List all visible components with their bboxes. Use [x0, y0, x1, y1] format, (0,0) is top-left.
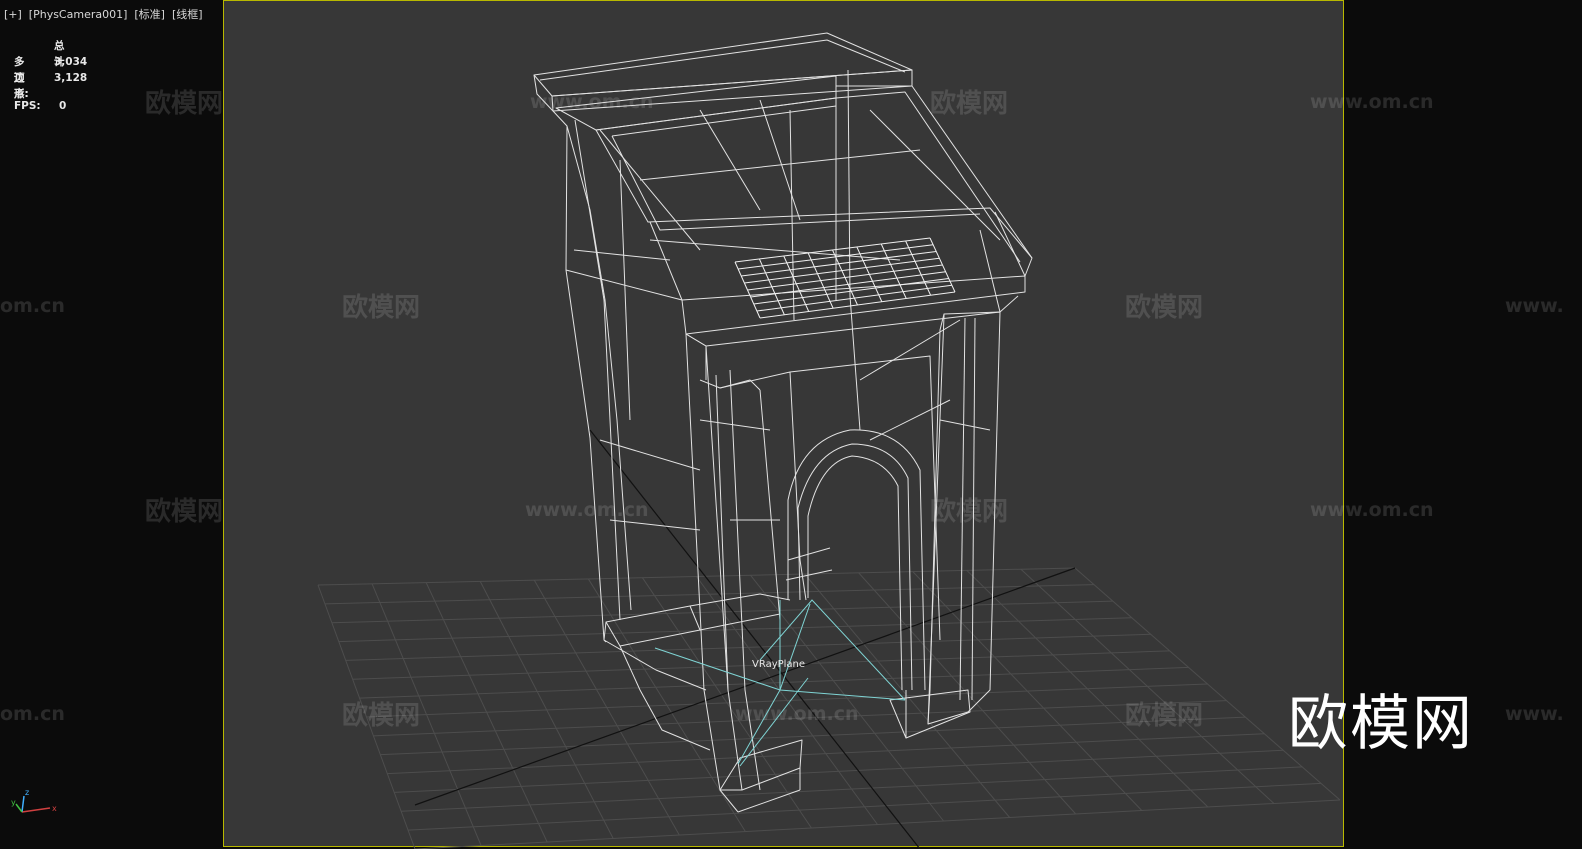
- grille-bar: [759, 291, 956, 319]
- grille-bar: [750, 271, 946, 298]
- watermark-url: www.om.cn: [735, 703, 859, 725]
- grille-bar: [753, 278, 949, 305]
- viewport[interactable]: 欧模网 欧模网 www.om.cn www.om.cn om.cn 欧模网 欧模…: [0, 0, 1582, 849]
- fps-label: FPS:: [14, 100, 41, 112]
- watermark-brand: 欧模网: [145, 496, 223, 527]
- grid-line: [401, 766, 1303, 812]
- grid-line: [858, 572, 1077, 815]
- watermark-url: www.om.cn: [525, 499, 649, 521]
- axis-x-label: x: [52, 804, 57, 813]
- watermark-url: om.cn: [0, 295, 65, 317]
- fps-value: 0: [59, 100, 67, 112]
- grille-bar: [756, 284, 952, 312]
- grid-line: [804, 573, 1011, 818]
- grid-axis-y: [589, 429, 921, 849]
- vertices-label: 顶点:: [14, 72, 29, 100]
- watermark-brand: 欧模网: [1125, 292, 1203, 323]
- watermark-url: www.om.cn: [530, 91, 654, 113]
- grille-bar: [929, 237, 956, 293]
- watermark-brand: 欧模网: [342, 700, 420, 731]
- desk-grille: [734, 237, 956, 319]
- watermark-url: www.: [1505, 703, 1564, 725]
- watermark-brand: 欧模网: [930, 496, 1008, 527]
- watermark-brand: 欧模网: [1125, 700, 1203, 731]
- watermark-url: www.: [1505, 295, 1564, 317]
- grid-line: [408, 782, 1322, 831]
- axis-gizmo-icon: x z y: [11, 788, 57, 813]
- vray-plane-label[interactable]: VRayPlane: [752, 659, 805, 670]
- grid-line: [966, 570, 1209, 808]
- watermark-brand: 欧模网: [342, 292, 420, 323]
- watermark-url: www.om.cn: [1310, 91, 1434, 113]
- grid-line: [912, 571, 1143, 811]
- watermark-url: om.cn: [0, 703, 65, 725]
- polygons-value: 3,034: [54, 56, 88, 68]
- grille-bar: [747, 264, 943, 291]
- grid-line: [414, 799, 1341, 849]
- fps-readout: FPS: 0: [14, 100, 66, 112]
- axis-y-label: y: [11, 798, 16, 807]
- watermark-url: www.om.cn: [1310, 499, 1434, 521]
- grid-line: [394, 749, 1284, 793]
- grid-line: [1020, 568, 1275, 804]
- grille-bar: [905, 240, 932, 296]
- grille-bar: [880, 243, 907, 299]
- viewport-label[interactable]: [+] [PhysCamera001] [标准] [线框]: [4, 6, 203, 22]
- axis-z-label: z: [25, 788, 29, 797]
- vertices-value: 3,128: [54, 72, 88, 84]
- brand-logo: 欧模网: [1288, 689, 1474, 759]
- grille-bar: [856, 246, 883, 302]
- watermark-brand: 欧模网: [930, 88, 1008, 119]
- watermark-brand: 欧模网: [145, 88, 223, 119]
